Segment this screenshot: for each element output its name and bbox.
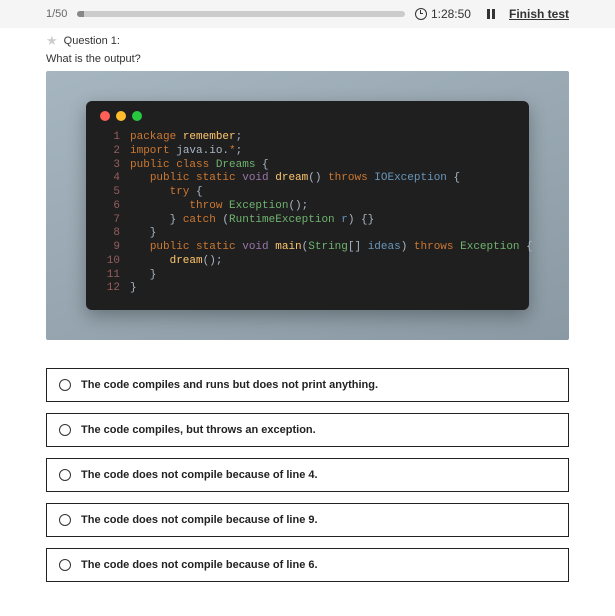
- code-block: 1 package remember; 2 import java.io.*; 3 pub…: [100, 131, 515, 296]
- close-dot-icon: [100, 111, 110, 121]
- line-content: throw Exception();: [130, 200, 308, 214]
- option-text: The code compiles and runs but does not …: [81, 379, 378, 391]
- line-content: }: [130, 269, 156, 283]
- time-text: 1:28:50: [431, 7, 471, 21]
- code-line: 10 dream();: [100, 255, 515, 269]
- question-header: ★ Question 1:: [46, 34, 569, 47]
- clock-icon: [415, 8, 427, 20]
- answer-option[interactable]: The code does not compile because of lin…: [46, 503, 569, 537]
- answer-option[interactable]: The code compiles, but throws an excepti…: [46, 413, 569, 447]
- code-line: 1 package remember;: [100, 131, 515, 145]
- code-line: 6 throw Exception();: [100, 200, 515, 214]
- line-number: 4: [100, 172, 120, 186]
- line-number: 5: [100, 186, 120, 200]
- line-number: 12: [100, 282, 120, 296]
- line-content: } catch (RuntimeException r) {}: [130, 214, 374, 228]
- code-line: 8 }: [100, 227, 515, 241]
- line-number: 6: [100, 200, 120, 214]
- line-content: try {: [130, 186, 203, 200]
- option-text: The code does not compile because of lin…: [81, 469, 318, 481]
- line-content: import java.io.*;: [130, 145, 242, 159]
- code-line: 5 try {: [100, 186, 515, 200]
- line-content: }: [130, 282, 137, 296]
- question-number: Question 1:: [64, 35, 120, 47]
- code-line: 3 public class Dreams {: [100, 159, 515, 173]
- option-text: The code compiles, but throws an excepti…: [81, 424, 316, 436]
- window-controls: [100, 111, 515, 121]
- question-prompt: What is the output?: [46, 53, 569, 65]
- progress-counter: 1/50: [46, 8, 67, 20]
- radio-icon: [59, 559, 71, 571]
- progress-bar: [77, 11, 405, 17]
- answer-option[interactable]: The code does not compile because of lin…: [46, 458, 569, 492]
- option-text: The code does not compile because of lin…: [81, 559, 318, 571]
- line-content: }: [130, 227, 156, 241]
- line-content: package remember;: [130, 131, 242, 145]
- line-content: public class Dreams {: [130, 159, 269, 173]
- code-line: 12}: [100, 282, 515, 296]
- line-number: 3: [100, 159, 120, 173]
- line-number: 9: [100, 241, 120, 255]
- progress-fill: [77, 11, 84, 17]
- option-text: The code does not compile because of lin…: [81, 514, 318, 526]
- maximize-dot-icon: [132, 111, 142, 121]
- radio-icon: [59, 379, 71, 391]
- question-content: ★ Question 1: What is the output? 1 packa…: [0, 28, 615, 582]
- finish-test-link[interactable]: Finish test: [509, 7, 569, 21]
- pause-icon[interactable]: [487, 9, 495, 19]
- code-line: 9 public static void main(String[] ideas…: [100, 241, 515, 255]
- code-line: 7 } catch (RuntimeException r) {}: [100, 214, 515, 228]
- top-bar: 1/50 1:28:50 Finish test: [0, 0, 615, 28]
- line-content: dream();: [130, 255, 222, 269]
- code-line: 2 import java.io.*;: [100, 145, 515, 159]
- line-number: 1: [100, 131, 120, 145]
- line-number: 2: [100, 145, 120, 159]
- code-terminal: 1 package remember; 2 import java.io.*; 3 pub…: [86, 101, 529, 310]
- code-frame: 1 package remember; 2 import java.io.*; 3 pub…: [46, 71, 569, 340]
- time-remaining: 1:28:50: [415, 7, 471, 21]
- code-line: 4 public static void dream() throws IOEx…: [100, 172, 515, 186]
- radio-icon: [59, 424, 71, 436]
- radio-icon: [59, 514, 71, 526]
- line-number: 8: [100, 227, 120, 241]
- line-number: 11: [100, 269, 120, 283]
- answer-options: The code compiles and runs but does not …: [46, 368, 569, 582]
- answer-option[interactable]: The code compiles and runs but does not …: [46, 368, 569, 402]
- code-line: 11 }: [100, 269, 515, 283]
- line-number: 10: [100, 255, 120, 269]
- radio-icon: [59, 469, 71, 481]
- star-icon[interactable]: ★: [46, 34, 58, 47]
- line-content: public static void dream() throws IOExce…: [130, 172, 460, 186]
- line-number: 7: [100, 214, 120, 228]
- answer-option[interactable]: The code does not compile because of lin…: [46, 548, 569, 582]
- line-content: public static void main(String[] ideas) …: [130, 241, 533, 255]
- minimize-dot-icon: [116, 111, 126, 121]
